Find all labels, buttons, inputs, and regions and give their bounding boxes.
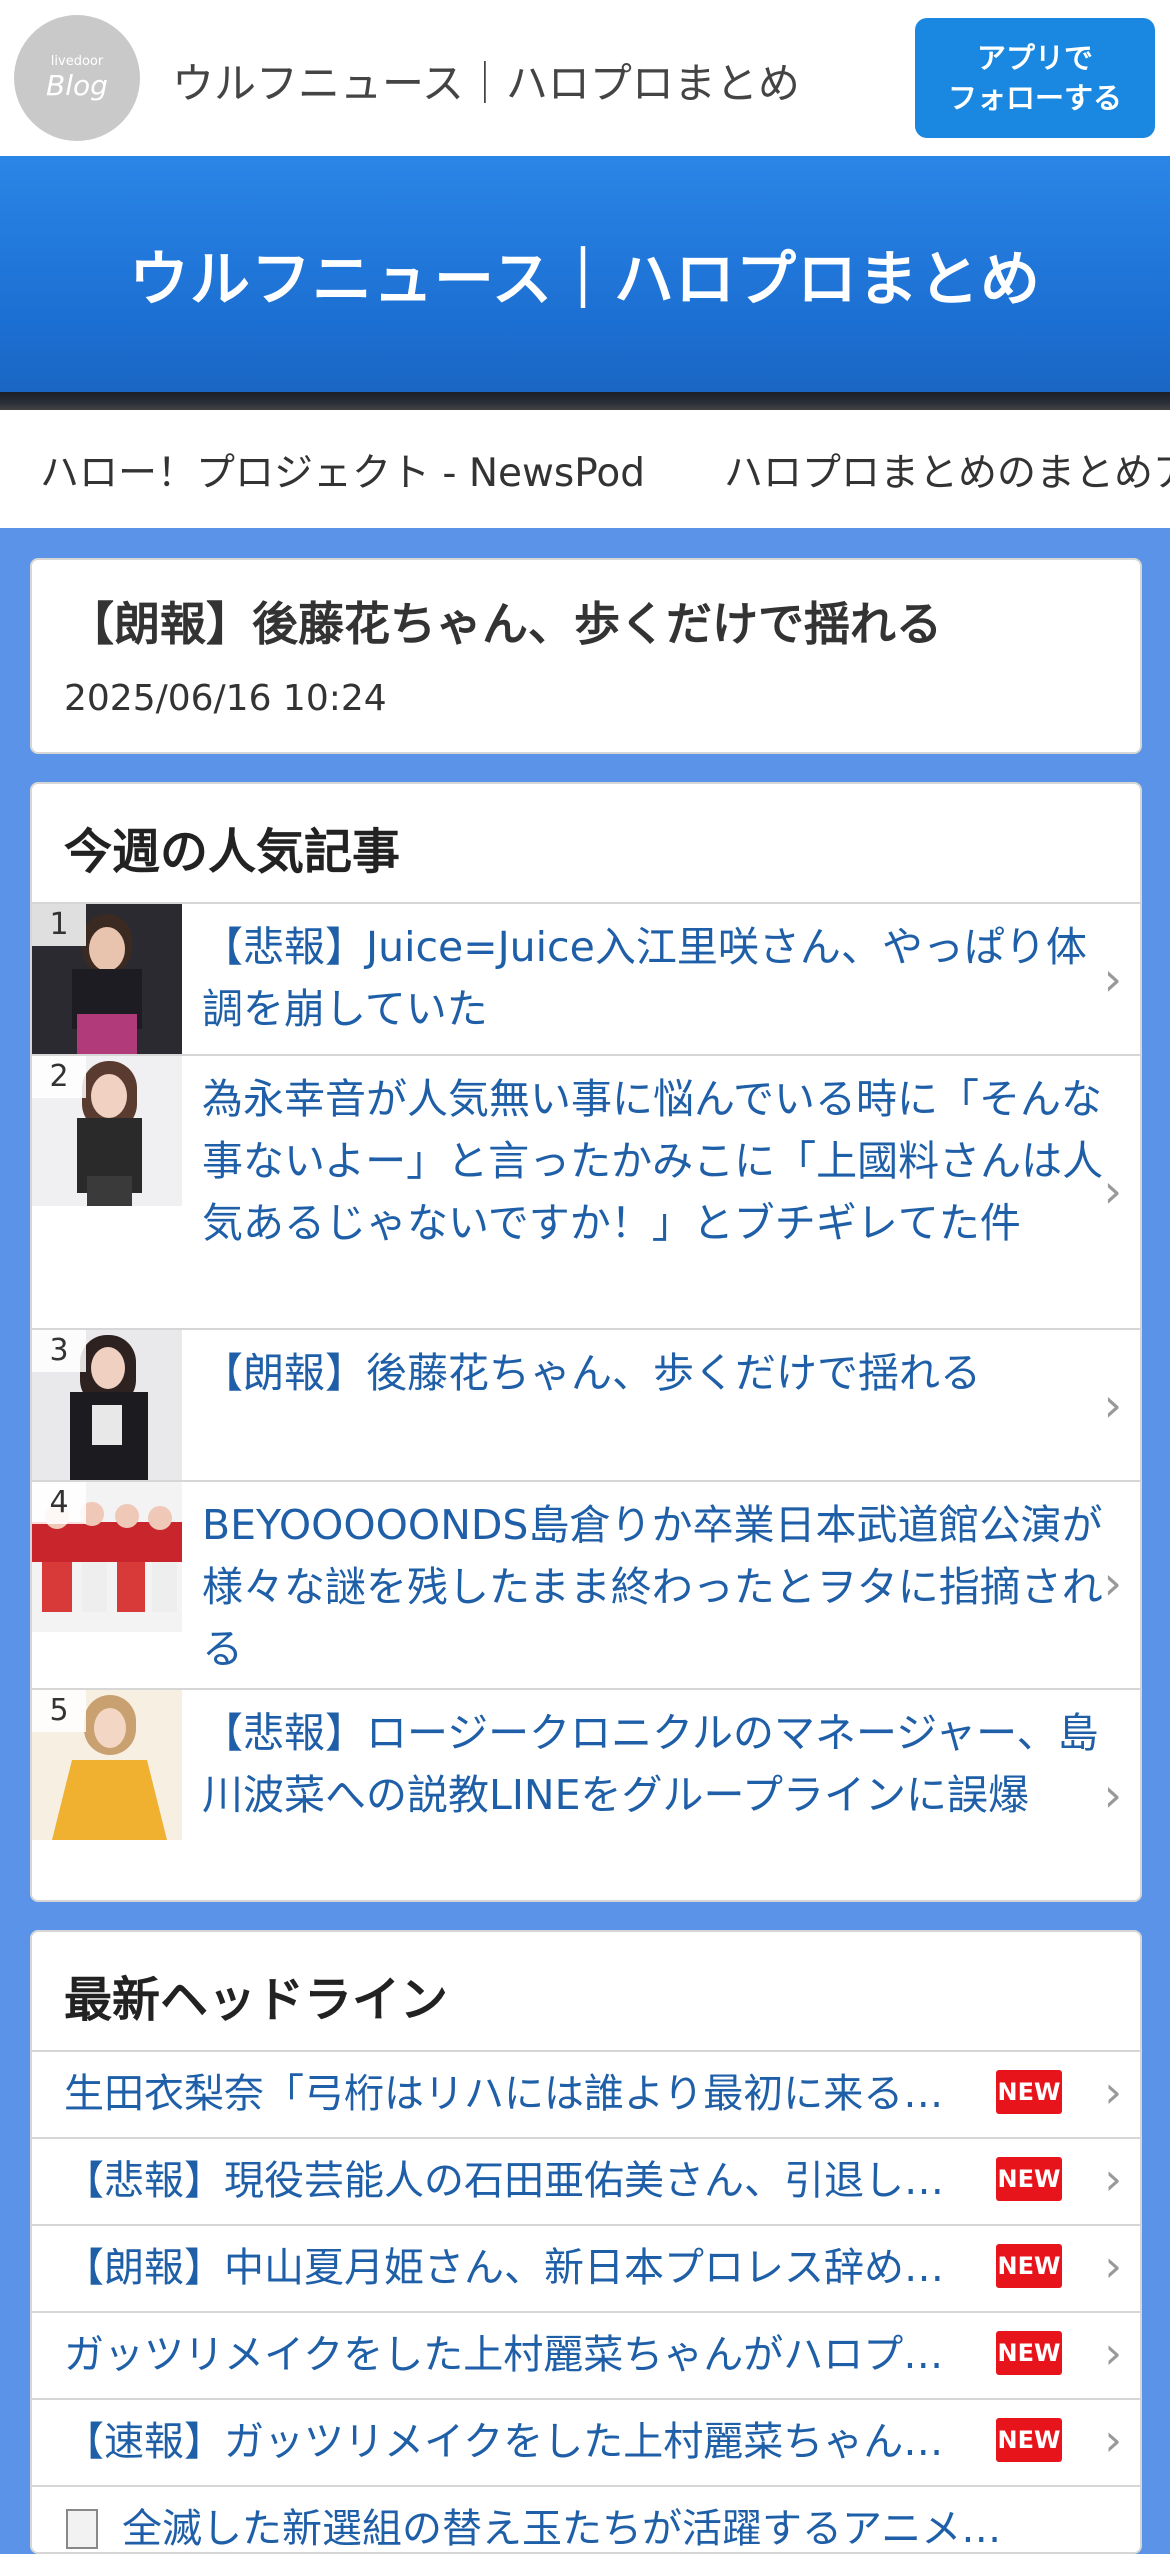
chevron-right-icon: › xyxy=(1104,2154,1122,2205)
popular-item-title: 【悲報】Juice=Juice入江里咲さん、やっぱり体調を崩していた xyxy=(202,923,1087,1033)
article-header-card: 【朗報】後藤花ちゃん、歩くだけで揺れる 2025/06/16 10:24 xyxy=(30,558,1142,754)
rank-number: 2 xyxy=(32,1056,86,1098)
new-badge: NEW xyxy=(996,2418,1062,2462)
headline-title: 全滅した新選組の替え玉たちが活躍するアニメ… xyxy=(122,2506,1002,2552)
chevron-right-icon: › xyxy=(1103,1164,1122,1218)
chevron-right-icon: › xyxy=(1104,2241,1122,2292)
popular-item-1[interactable]: 1 【悲報】Juice=Juice入江里咲さん、やっぱり体調を崩していた › xyxy=(32,902,1140,1054)
new-badge: NEW xyxy=(996,2244,1062,2288)
article-title: 【朗報】後藤花ちゃん、歩くだけで揺れる xyxy=(68,597,942,651)
chevron-right-icon: › xyxy=(1104,2415,1122,2466)
new-badge: NEW xyxy=(996,2070,1062,2114)
follow-line2: フォローする xyxy=(947,81,1122,115)
headline-title: 【速報】ガッツリメイクをした上村麗菜ちゃん… xyxy=(64,2419,944,2465)
headline-item[interactable]: 【朗報】中山夏月姫さん、新日本プロレス辞め… NEW › xyxy=(32,2224,1140,2312)
popular-item-2[interactable]: 2 為永幸音が人気無い事に悩んでいる時に「そんな事ないよー」と言ったかみこに「上… xyxy=(32,1054,1140,1328)
headline-item[interactable]: 【悲報】現役芸能人の石田亜佑美さん、引退し… NEW › xyxy=(32,2137,1140,2225)
headline-item[interactable]: 【速報】ガッツリメイクをした上村麗菜ちゃん… NEW › xyxy=(32,2398,1140,2486)
follow-line1: アプリで xyxy=(976,41,1093,75)
logo-small-text: livedoor xyxy=(50,54,104,69)
headline-title: 【朗報】中山夏月姫さん、新日本プロレス辞め… xyxy=(64,2245,944,2291)
related-links-strip: ハロー！プロジェクト - NewsPod ハロプロまとめのまとめア xyxy=(0,410,1170,528)
document-icon xyxy=(66,2509,98,2549)
rank-number: 5 xyxy=(32,1690,86,1732)
rank-number: 4 xyxy=(32,1482,86,1524)
chevron-right-icon: › xyxy=(1103,1378,1122,1432)
related-link-newspod[interactable]: ハロー！プロジェクト - NewsPod xyxy=(40,442,645,498)
chevron-right-icon: › xyxy=(1103,1768,1122,1822)
popular-item-4[interactable]: 4 BEYOOOOONDS島倉りか卒業日本武道館公演が様々な謎を残したまま終わっ… xyxy=(32,1480,1140,1688)
popular-item-title: BEYOOOOONDS島倉りか卒業日本武道館公演が様々な謎を残したまま終わったと… xyxy=(202,1501,1103,1673)
headline-item[interactable]: 生田衣梨奈「弓桁はリハには誰より最初に来る… NEW › xyxy=(32,2050,1140,2138)
headline-item[interactable]: ガッツリメイクをした上村麗菜ちゃんがハロプ… NEW › xyxy=(32,2311,1140,2399)
rank-number: 1 xyxy=(32,904,86,946)
logo-big-text: Blog xyxy=(46,69,108,102)
headline-title: 生田衣梨奈「弓桁はリハには誰より最初に来る… xyxy=(64,2071,944,2117)
top-bar: livedoor Blog ウルフニュース｜ハロプロまとめ アプリで フォローす… xyxy=(0,0,1170,156)
rank-number: 3 xyxy=(32,1330,86,1372)
headlines-section-title: 最新ヘッドライン xyxy=(64,1972,449,2028)
chevron-right-icon: › xyxy=(1104,2328,1122,2379)
popular-item-3[interactable]: 3 【朗報】後藤花ちゃん、歩くだけで揺れる › xyxy=(32,1328,1140,1480)
blog-banner[interactable]: ウルフニュース｜ハロプロまとめ xyxy=(0,156,1170,392)
related-link-matome[interactable]: ハロプロまとめのまとめア xyxy=(724,442,1170,498)
headline-item[interactable]: 全滅した新選組の替え玉たちが活躍するアニメ… xyxy=(32,2485,1140,2552)
article-date: 2025/06/16 10:24 xyxy=(64,678,387,719)
livedoor-blog-logo[interactable]: livedoor Blog xyxy=(14,15,140,141)
new-badge: NEW xyxy=(996,2331,1062,2375)
follow-in-app-button[interactable]: アプリで フォローする xyxy=(915,18,1155,138)
headline-title: ガッツリメイクをした上村麗菜ちゃんがハロプ… xyxy=(64,2332,944,2378)
new-badge: NEW xyxy=(996,2157,1062,2201)
popular-item-title: 【朗報】後藤花ちゃん、歩くだけで揺れる xyxy=(202,1349,981,1397)
headline-title: 【悲報】現役芸能人の石田亜佑美さん、引退し… xyxy=(64,2158,944,2204)
popular-item-5[interactable]: 5 【悲報】ロージークロニクルのマネージャー、島川波菜への説教LINEをグループ… xyxy=(32,1688,1140,1900)
banner-title: ウルフニュース｜ハロプロまとめ xyxy=(129,244,1041,315)
popular-item-title: 為永幸音が人気無い事に悩んでいる時に「そんな事ないよー」と言ったかみこに「上國料… xyxy=(202,1075,1104,1247)
site-name[interactable]: ウルフニュース｜ハロプロまとめ xyxy=(172,50,800,111)
latest-headlines-card: 最新ヘッドライン 生田衣梨奈「弓桁はリハには誰より最初に来る… NEW › 【悲… xyxy=(30,1930,1142,2554)
popular-articles-card: 今週の人気記事 1 【悲報】Juice=Juice入江里咲さん、やっぱり体調を崩… xyxy=(30,782,1142,1902)
chevron-right-icon: › xyxy=(1103,952,1122,1006)
chevron-right-icon: › xyxy=(1104,2067,1122,2118)
chevron-right-icon: › xyxy=(1103,1556,1122,1610)
popular-item-title: 【悲報】ロージークロニクルのマネージャー、島川波菜への説教LINEをグループライ… xyxy=(202,1709,1099,1819)
banner-divider xyxy=(0,392,1170,410)
popular-section-title: 今週の人気記事 xyxy=(64,824,401,880)
